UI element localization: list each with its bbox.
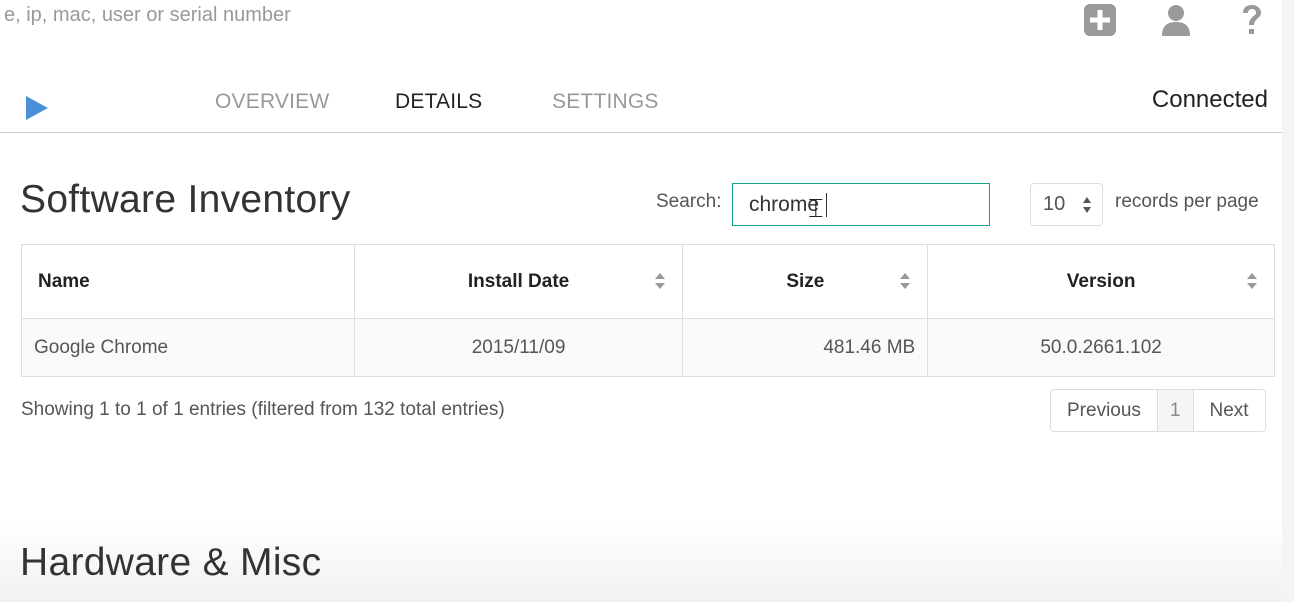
sort-icon[interactable] [899,272,911,290]
table-info: Showing 1 to 1 of 1 entries (filtered fr… [21,399,505,420]
select-arrows-icon [1083,197,1091,213]
nav-bar: OVERVIEW DETAILS SETTINGS Connected [0,70,1282,133]
pagination: Previous 1 Next [1050,389,1266,432]
table-header-row: Name Install Date Size Version [21,244,1275,319]
previous-button[interactable]: Previous [1051,390,1157,431]
hardware-misc-title: Hardware & Misc [20,541,322,584]
help-icon[interactable] [1234,2,1270,38]
page-1-button[interactable]: 1 [1156,390,1194,431]
column-header-install-date[interactable]: Install Date [353,244,684,319]
column-header-version-label: Version [1066,270,1136,292]
scroll-edge [1282,0,1294,602]
cell-name: Google Chrome [21,318,355,377]
connection-status: Connected [1151,86,1268,113]
sort-icon[interactable] [654,272,666,290]
table-row[interactable]: Google Chrome 2015/11/09 481.46 MB 50.0.… [21,318,1275,377]
column-header-name-label: Name [38,270,90,292]
column-header-name[interactable]: Name [21,244,355,319]
column-header-install-date-label: Install Date [467,270,570,292]
header-icons [1082,0,1270,40]
records-per-page-select[interactable]: 10 [1030,183,1103,226]
records-per-page-value: 10 [1043,193,1066,215]
records-per-page-label: records per page [1115,191,1259,212]
page: e, ip, mac, user or serial number OVERVI… [0,0,1282,602]
tab-settings[interactable]: SETTINGS [552,90,659,114]
tab-details[interactable]: DETAILS [395,90,482,114]
sort-icon[interactable] [1246,272,1258,290]
text-caret [826,193,827,217]
software-search-input[interactable] [732,183,990,226]
cell-version: 50.0.2661.102 [927,318,1275,377]
cell-size: 481.46 MB [682,318,929,377]
tab-overview[interactable]: OVERVIEW [215,90,329,114]
user-icon[interactable] [1158,2,1194,38]
software-table: Name Install Date Size Version Google Ch… [21,244,1275,377]
cell-install-date: 2015/11/09 [353,318,684,377]
play-icon[interactable] [26,96,48,120]
global-search-placeholder[interactable]: e, ip, mac, user or serial number [4,4,291,27]
next-button[interactable]: Next [1194,390,1265,431]
software-inventory-title: Software Inventory [20,178,351,221]
column-header-size-label: Size [786,270,825,292]
column-header-version[interactable]: Version [927,244,1275,319]
add-square-icon[interactable] [1082,2,1118,38]
search-label: Search: [656,191,722,212]
text-cursor-icon: ⌶ [808,194,824,224]
column-header-size[interactable]: Size [682,244,929,319]
